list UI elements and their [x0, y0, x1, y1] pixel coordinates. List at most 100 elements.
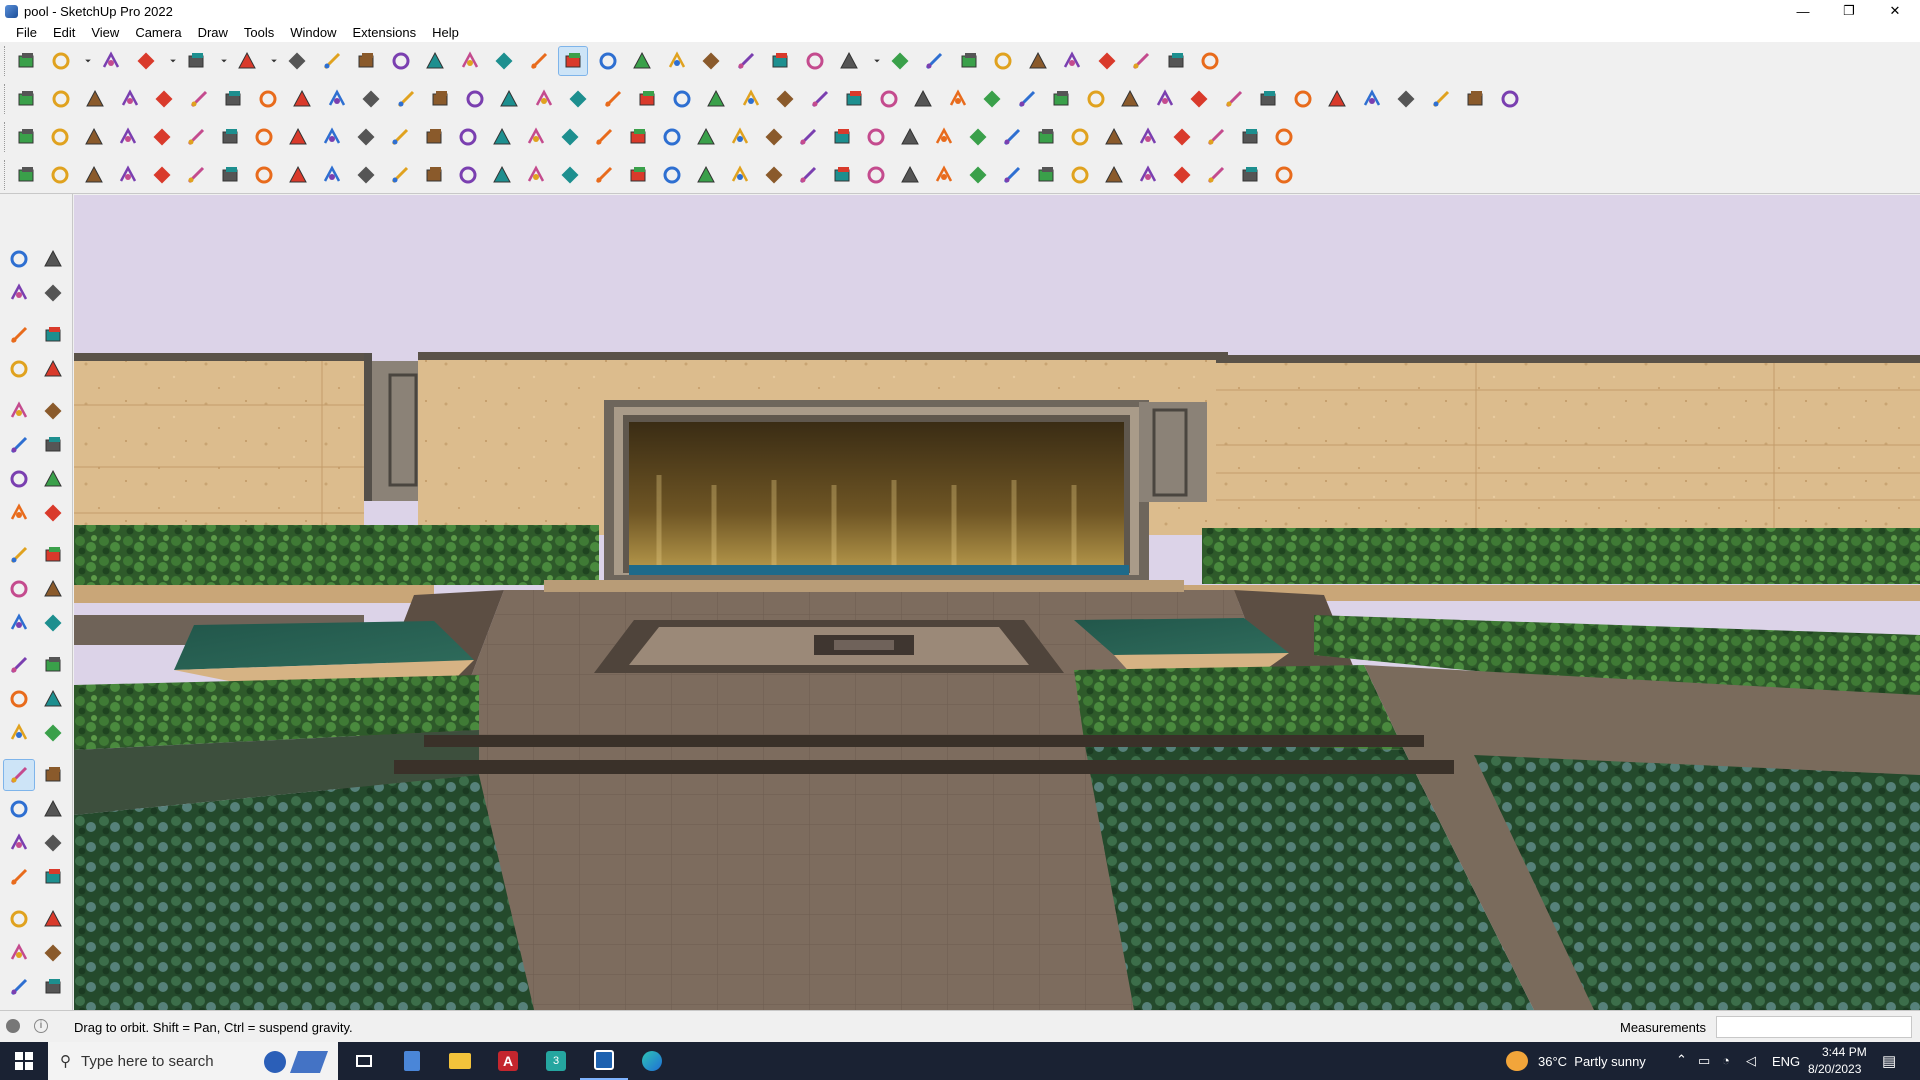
- function-icon[interactable]: [806, 85, 834, 113]
- pink-eraser-icon[interactable]: [1254, 85, 1282, 113]
- knot-icon[interactable]: [726, 123, 754, 151]
- gear-multi-icon[interactable]: [1066, 123, 1094, 151]
- text-label-icon[interactable]: [114, 123, 142, 151]
- rectangle-icon[interactable]: [233, 47, 261, 75]
- diagonal-icon[interactable]: [386, 161, 414, 189]
- leaf-shape-icon[interactable]: [488, 161, 516, 189]
- push-pull-small-icon[interactable]: [38, 540, 68, 570]
- measurements-input[interactable]: [1716, 1016, 1912, 1038]
- position-camera-icon[interactable]: [4, 862, 34, 892]
- terrain-icon[interactable]: [530, 85, 558, 113]
- star-fold-icon[interactable]: [658, 161, 686, 189]
- 3d-text-icon[interactable]: [38, 718, 68, 748]
- pan-icon[interactable]: [38, 760, 68, 790]
- clock-time[interactable]: 3:44 PM: [1822, 1045, 1867, 1059]
- gear-shape-icon[interactable]: [1358, 85, 1386, 113]
- materials-icon[interactable]: [920, 47, 948, 75]
- zoom-extents-small-icon[interactable]: [4, 828, 34, 858]
- news-widget-icon[interactable]: [264, 1051, 286, 1073]
- pencil-icon[interactable]: [132, 47, 160, 75]
- arc-small-icon[interactable]: [4, 464, 34, 494]
- axes-icon[interactable]: [4, 718, 34, 748]
- menu-file[interactable]: File: [8, 25, 45, 40]
- pencil-small-icon[interactable]: [4, 354, 34, 384]
- gem-icon[interactable]: [1032, 123, 1060, 151]
- 3d-viewport[interactable]: [74, 195, 1920, 1010]
- rotate-icon[interactable]: [387, 47, 415, 75]
- parallelogram-icon[interactable]: [1047, 85, 1075, 113]
- polygon-small-icon[interactable]: [38, 430, 68, 460]
- zoom-small-icon[interactable]: [4, 794, 34, 824]
- solid-trim-icon[interactable]: [81, 85, 109, 113]
- zoom-icon[interactable]: [628, 47, 656, 75]
- push-pull-extend-icon[interactable]: [116, 85, 144, 113]
- bucket-icon[interactable]: [828, 123, 856, 151]
- loop-arrow-icon[interactable]: [216, 123, 244, 151]
- start-button[interactable]: [0, 1042, 48, 1080]
- orbit-active-icon[interactable]: [3, 759, 35, 791]
- scale-icon[interactable]: [421, 47, 449, 75]
- arrows-icon[interactable]: [794, 123, 822, 151]
- knife-icon[interactable]: [1220, 85, 1248, 113]
- clock-date[interactable]: 8/20/2023: [1808, 1062, 1861, 1076]
- notification-icon[interactable]: ▤: [1882, 1052, 1896, 1070]
- 3dsmax-taskbar-icon[interactable]: 3: [532, 1042, 580, 1080]
- chevron-up-icon[interactable]: ⌃: [1676, 1052, 1687, 1068]
- cylinder-icon[interactable]: [454, 161, 482, 189]
- hatched-square-icon[interactable]: [284, 123, 312, 151]
- look-around-icon[interactable]: [38, 862, 68, 892]
- arc2-icon[interactable]: [4, 498, 34, 528]
- gear-mesh-icon[interactable]: [1168, 161, 1196, 189]
- edge-taskbar-icon[interactable]: [628, 1042, 676, 1080]
- zoom-extents-icon[interactable]: [663, 47, 691, 75]
- component-icon[interactable]: [4, 320, 34, 350]
- mesh-icon[interactable]: [1032, 161, 1060, 189]
- polygon-square-icon[interactable]: [909, 85, 937, 113]
- zoom-window-icon[interactable]: [38, 794, 68, 824]
- hook-icon[interactable]: [862, 123, 890, 151]
- section-plane-small-icon[interactable]: [4, 938, 34, 968]
- arc3-icon[interactable]: [38, 498, 68, 528]
- plane-red-icon[interactable]: [148, 123, 176, 151]
- menu-help[interactable]: Help: [424, 25, 467, 40]
- language-indicator[interactable]: ENG: [1772, 1054, 1800, 1069]
- taskbar-search[interactable]: ⚲ Type here to search: [48, 1042, 338, 1080]
- toolbar-grip[interactable]: [4, 122, 7, 152]
- toolbar-grip[interactable]: [4, 46, 7, 76]
- offset-down-icon[interactable]: [150, 85, 178, 113]
- solid-brown-icon[interactable]: [1289, 85, 1317, 113]
- search-icon[interactable]: [12, 47, 40, 75]
- tag-icon[interactable]: [1151, 85, 1179, 113]
- grid-square-icon[interactable]: [1168, 123, 1196, 151]
- undo-icon[interactable]: [1127, 47, 1155, 75]
- home-outline-icon[interactable]: [737, 85, 765, 113]
- axis-icon[interactable]: [1058, 47, 1086, 75]
- move-icon[interactable]: [352, 47, 380, 75]
- dimension-icon[interactable]: [38, 650, 68, 680]
- section-display-icon[interactable]: [38, 938, 68, 968]
- wifi-icon[interactable]: ◔: [1722, 1053, 1730, 1068]
- flat-panel-icon[interactable]: [182, 123, 210, 151]
- offset-orange-icon[interactable]: [323, 85, 351, 113]
- rectangle-small-icon[interactable]: [4, 396, 34, 426]
- bars-icon[interactable]: [522, 161, 550, 189]
- dropdown-chevron-icon[interactable]: [166, 47, 180, 75]
- face-icon[interactable]: [495, 85, 523, 113]
- rotate-small-icon[interactable]: [4, 574, 34, 604]
- house-icon[interactable]: [668, 85, 696, 113]
- follow-me-small-icon[interactable]: [38, 574, 68, 604]
- scissors-icon[interactable]: [794, 161, 822, 189]
- glove-icon[interactable]: [590, 161, 618, 189]
- grid-icon[interactable]: [1323, 85, 1351, 113]
- sandbox-icon[interactable]: [564, 85, 592, 113]
- cross-red-icon[interactable]: [488, 123, 516, 151]
- leaf-icon[interactable]: [840, 85, 868, 113]
- offset-icon[interactable]: [38, 608, 68, 638]
- cone-icon[interactable]: [590, 123, 618, 151]
- styles-icon[interactable]: [955, 47, 983, 75]
- tape-measure-icon[interactable]: [456, 47, 484, 75]
- triangle-icon[interactable]: [658, 123, 686, 151]
- section-fill-small-icon[interactable]: [4, 972, 34, 1002]
- camera-position-icon[interactable]: [835, 47, 863, 75]
- intersect-icon[interactable]: [1093, 47, 1121, 75]
